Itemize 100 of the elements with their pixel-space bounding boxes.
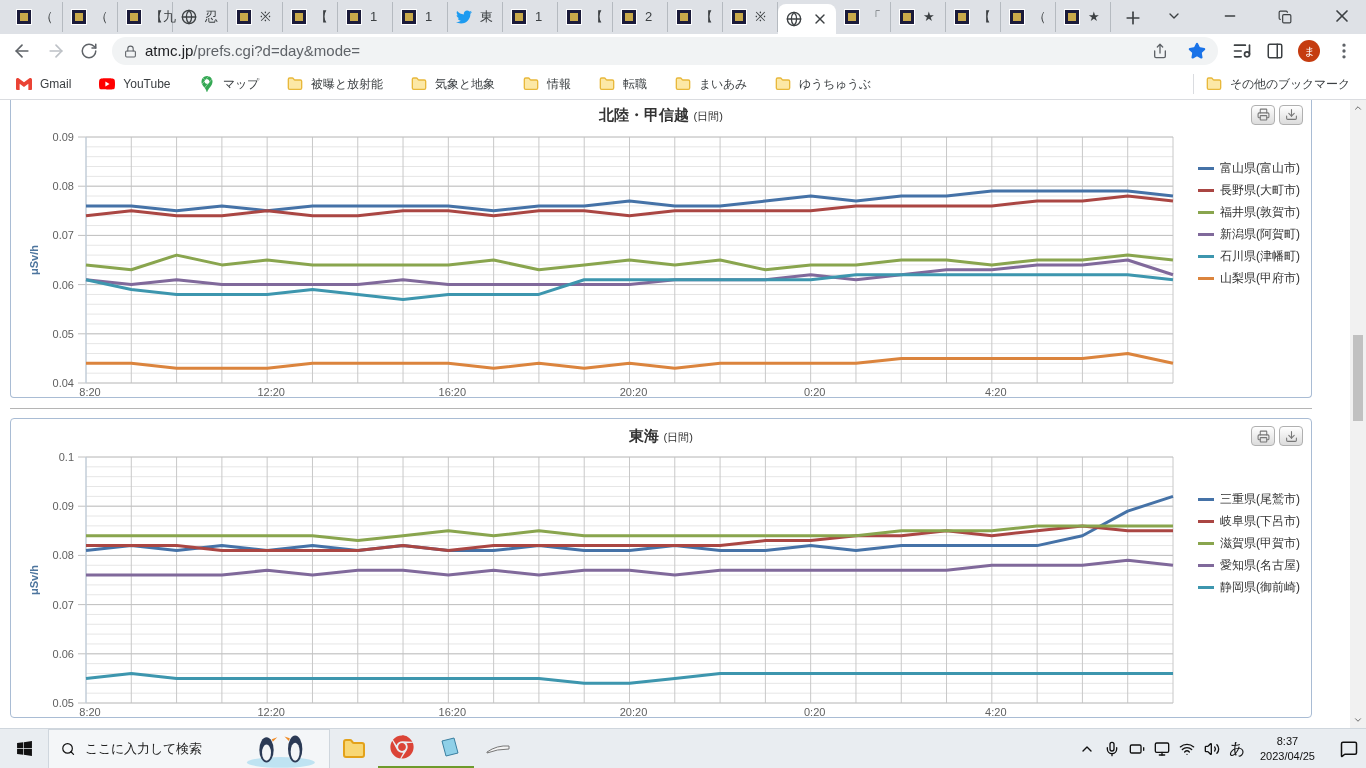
tab-title: （ <box>40 8 53 27</box>
x-tick-label: 4:20 <box>985 706 1007 717</box>
legend-label[interactable]: 富山県(富山市) <box>1220 159 1300 177</box>
mail-icon <box>16 75 32 92</box>
x-tick-label: 20:20 <box>619 386 648 397</box>
browser-tab[interactable]: 【 <box>668 2 723 32</box>
browser-tab[interactable]: 【 <box>946 2 1001 32</box>
browser-tab[interactable]: 2 <box>613 2 668 32</box>
bookmark-star-icon[interactable] <box>1188 42 1206 60</box>
legend-label[interactable]: 静岡県(御前崎) <box>1220 578 1300 596</box>
bookmark-item[interactable]: マップ <box>194 74 263 93</box>
tab-title: 【 <box>315 8 328 27</box>
x-tick-label: 12:20 <box>257 706 285 717</box>
browser-tab[interactable] <box>778 4 836 34</box>
site-favicon-icon <box>291 9 307 25</box>
bookmark-item[interactable]: まいあみ <box>670 74 751 93</box>
site-favicon-icon <box>236 9 252 25</box>
bird-icon <box>456 9 472 25</box>
bookmark-item[interactable]: Gmail <box>12 74 76 93</box>
browser-tab[interactable]: 「 <box>836 2 891 32</box>
browser-tab[interactable]: ★ <box>1056 2 1111 32</box>
browser-tab[interactable]: 1 <box>338 2 393 32</box>
site-favicon-icon <box>899 9 915 25</box>
clock[interactable]: 8:37 2023/04/25 <box>1253 733 1321 764</box>
y-tick-label: 0.09 <box>52 500 74 513</box>
tab-title: （ <box>95 8 108 27</box>
bookmark-item[interactable]: YouTube <box>95 74 175 93</box>
address-bar[interactable]: atmc.jp/prefs.cgi?d=day&mode= <box>112 37 1218 65</box>
site-favicon-icon <box>1064 9 1080 25</box>
bookmark-item[interactable]: 被曝と放射能 <box>282 74 387 93</box>
legend-label[interactable]: 滋賀県(甲賀市) <box>1220 534 1300 552</box>
y-axis-title: μSv/h <box>28 565 40 595</box>
site-favicon-icon <box>844 9 860 25</box>
y-tick-label: 0.04 <box>52 377 74 389</box>
browser-tab[interactable]: 1 <box>393 2 448 32</box>
download-button[interactable] <box>1279 426 1303 446</box>
legend-label[interactable]: 三重県(尾鷲市) <box>1220 490 1300 508</box>
bookmark-item[interactable]: 情報 <box>518 74 575 93</box>
scrollbar-thumb[interactable] <box>1353 335 1363 421</box>
search-input[interactable]: ここに入力して検索 <box>85 738 236 759</box>
browser-tab[interactable]: 東 <box>448 2 503 32</box>
restore-icon[interactable] <box>1278 10 1292 24</box>
site-favicon-icon <box>621 9 637 25</box>
x-tick-label: 16:20 <box>438 706 467 717</box>
taskbar-search-bar[interactable]: ここに入力して検索 <box>48 728 330 768</box>
notepad-icon <box>438 735 462 759</box>
bookmark-item[interactable]: その他のブックマーク <box>1202 74 1354 93</box>
print-button[interactable] <box>1251 104 1275 125</box>
bookmark-item[interactable]: 転職 <box>594 74 651 93</box>
profile-avatar[interactable]: ま <box>1298 40 1320 62</box>
browser-tab[interactable]: ※ <box>228 2 283 32</box>
browser-tab[interactable]: ※ <box>723 2 778 32</box>
monitor-icon[interactable] <box>1153 740 1170 757</box>
notification-icon[interactable] <box>1340 739 1358 758</box>
legend-label[interactable]: 長野県(大町市) <box>1220 181 1300 199</box>
legend-label[interactable]: 福井県(敦賀市) <box>1220 203 1300 221</box>
bookmark-item[interactable]: ゆうちゅうぶ <box>770 74 875 93</box>
browser-tab[interactable]: 1 <box>503 2 558 32</box>
tab-title: 1 <box>535 8 543 27</box>
tab-title: 1 <box>370 8 378 27</box>
browser-tab[interactable]: （ <box>1001 2 1056 32</box>
scroll-down-icon[interactable] <box>1353 715 1363 725</box>
site-favicon-icon <box>511 9 527 25</box>
speaker-icon[interactable] <box>1203 740 1220 757</box>
x-tick-label: 8:20 <box>79 706 101 717</box>
download-button[interactable] <box>1279 104 1303 125</box>
ime-indicator[interactable]: あ <box>1228 736 1245 761</box>
tab-title: 1 <box>425 8 433 27</box>
search-icon <box>61 740 76 757</box>
y-tick-label: 0.07 <box>52 229 74 242</box>
site-favicon-icon <box>126 9 142 25</box>
y-tick-label: 0.06 <box>52 278 74 291</box>
scrollbar[interactable] <box>1350 100 1366 728</box>
site-favicon-icon <box>1009 9 1025 25</box>
x-tick-label: 20:20 <box>619 706 648 717</box>
browser-tab[interactable]: 【 <box>283 2 338 32</box>
media-icon[interactable] <box>1232 41 1252 61</box>
y-tick-label: 0.1 <box>58 451 74 463</box>
scroll-up-icon[interactable] <box>1353 103 1363 113</box>
tab-title: 2 <box>645 8 653 27</box>
side-panel-icon[interactable] <box>1266 42 1284 60</box>
tab-title: 【九 <box>150 8 176 27</box>
browser-tab[interactable]: 【 <box>558 2 613 32</box>
legend-label[interactable]: 岐阜県(下呂市) <box>1220 512 1300 530</box>
legend-label[interactable]: 愛知県(名古屋) <box>1220 556 1300 574</box>
browser-tab[interactable]: （ <box>63 2 118 32</box>
tab-title: ※ <box>260 8 271 27</box>
share-icon[interactable] <box>1152 43 1168 59</box>
print-button[interactable] <box>1251 426 1275 446</box>
bookmark-item[interactable]: 気象と地象 <box>406 74 499 93</box>
tab-title: （ <box>1033 8 1046 27</box>
browser-tab[interactable]: ★ <box>891 2 946 32</box>
reload-icon[interactable] <box>80 42 98 60</box>
legend-label[interactable]: 新潟県(阿賀町) <box>1220 225 1300 243</box>
legend-label[interactable]: 山梨県(甲府市) <box>1220 269 1300 287</box>
globe-icon <box>181 9 197 25</box>
browser-tab[interactable]: （ <box>8 2 63 32</box>
y-tick-label: 0.08 <box>52 549 74 562</box>
y-tick-label: 0.07 <box>52 598 74 611</box>
legend-label[interactable]: 石川県(津幡町) <box>1220 247 1300 265</box>
